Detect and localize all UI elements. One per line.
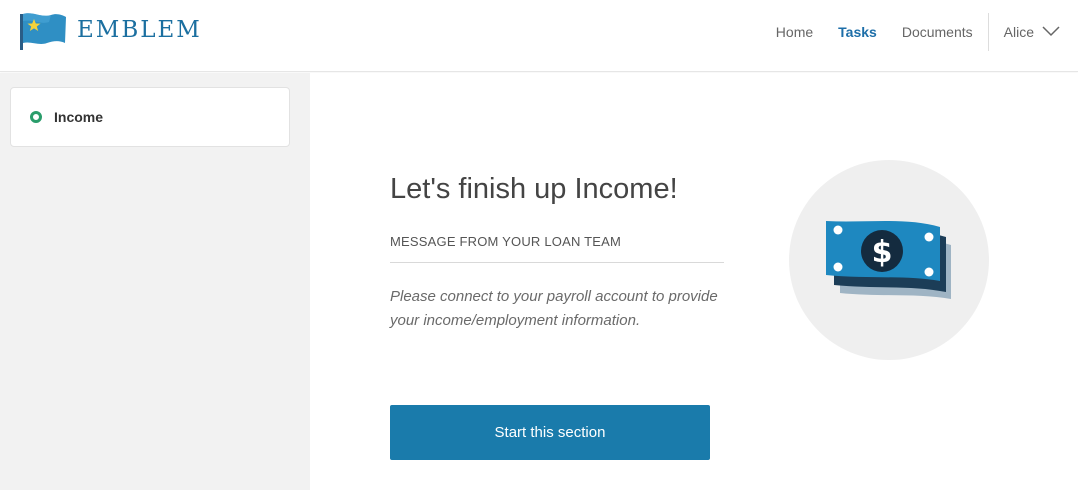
brand-name: EMBLEM [77, 17, 202, 43]
task-sidebar: Income [0, 73, 310, 490]
page-title: Let's finish up Income! [390, 173, 678, 205]
nav-home[interactable]: Home [776, 24, 813, 40]
message-heading: MESSAGE FROM YOUR LOAN TEAM [390, 234, 622, 249]
brand-logo[interactable]: EMBLEM [19, 10, 202, 50]
start-section-button[interactable]: Start this section [390, 405, 710, 460]
top-header: EMBLEM Home Tasks Documents Alice [0, 0, 1078, 72]
user-name: Alice [1003, 24, 1034, 40]
chevron-down-icon [1034, 24, 1060, 40]
sidebar-item-income[interactable]: Income [10, 87, 290, 147]
divider [390, 262, 724, 263]
main-nav: Home Tasks Documents Alice [776, 0, 1078, 64]
nav-documents[interactable]: Documents [902, 24, 973, 40]
main-content: Let's finish up Income! MESSAGE FROM YOU… [310, 73, 1078, 490]
user-menu[interactable]: Alice [1004, 24, 1060, 40]
nav-tasks[interactable]: Tasks [838, 24, 877, 40]
nav-divider [987, 13, 989, 51]
message-body: Please connect to your payroll account t… [390, 288, 718, 329]
svg-text:$: $ [872, 235, 893, 270]
flag-icon [19, 10, 67, 50]
sidebar-item-label: Income [54, 109, 104, 125]
status-ring-icon [30, 111, 42, 123]
money-icon: $ [788, 159, 990, 361]
